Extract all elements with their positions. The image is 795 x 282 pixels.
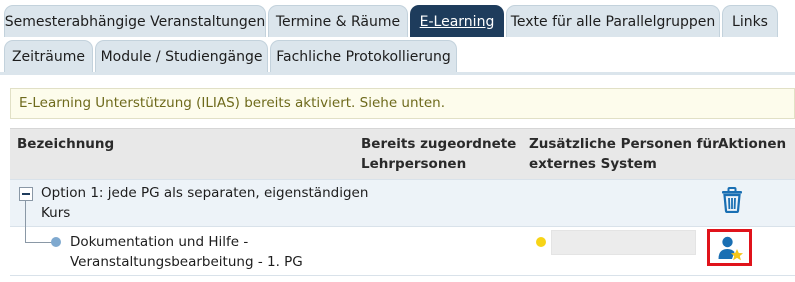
- user-star-icon: [718, 236, 743, 261]
- tab-termine-raeume[interactable]: Termine & Räume: [268, 5, 408, 37]
- header-lehrpersonen-line1: Bereits zugeordnete: [361, 136, 517, 152]
- tree-node-dot: [51, 237, 61, 247]
- row-label-line2: Kurs: [41, 205, 71, 221]
- external-persons-field[interactable]: [551, 230, 696, 255]
- delete-button[interactable]: [721, 187, 743, 214]
- tab-zeitraeume[interactable]: Zeiträume: [4, 40, 93, 72]
- add-person-button[interactable]: [707, 229, 752, 266]
- header-lehrpersonen: Bereits zugeordnete Lehrpersonen: [361, 134, 516, 174]
- collapse-toggle[interactable]: [19, 187, 33, 201]
- trash-icon: [722, 187, 742, 214]
- row-label-dokumentation: Dokumentation und Hilfe - Veranstaltungs…: [70, 232, 303, 272]
- header-zusaetzliche-line2: externes System: [529, 156, 657, 172]
- tab-texte-fuer-alle-parallelgruppen[interactable]: Texte für alle Parallelgruppen: [506, 5, 720, 37]
- row-label-line2: Veranstaltungsbearbeitung - 1. PG: [70, 254, 303, 270]
- header-lehrpersonen-line2: Lehrpersonen: [361, 156, 467, 172]
- row-label-line1: Option 1: jede PG als separaten, eigenst…: [41, 185, 369, 201]
- header-bezeichnung: Bezeichnung: [17, 136, 115, 152]
- header-zusaetzliche-personen: Zusätzliche Personen für externes System: [529, 134, 719, 174]
- tabs-divider: [0, 72, 795, 75]
- tab-fachliche-protokollierung[interactable]: Fachliche Protokollierung: [270, 40, 457, 72]
- row-label-line1: Dokumentation und Hilfe -: [70, 234, 249, 250]
- status-dot: [536, 237, 546, 247]
- header-aktionen: Aktionen: [718, 136, 787, 152]
- row-label-option-1: Option 1: jede PG als separaten, eigenst…: [41, 183, 368, 223]
- tab-module-studiengaenge[interactable]: Module / Studiengänge: [95, 40, 268, 72]
- tab-semesterabhaengige-veranstaltungen[interactable]: Semesterabhängige Veranstaltungen: [4, 5, 266, 37]
- tree-connector: [25, 242, 52, 243]
- tab-links[interactable]: Links: [722, 5, 778, 37]
- info-notice: E-Learning Unterstützung (ILIAS) bereits…: [10, 88, 795, 119]
- tab-e-learning[interactable]: E-Learning: [410, 5, 504, 37]
- tree-connector: [25, 201, 26, 242]
- header-zusaetzliche-line1: Zusätzliche Personen für: [529, 136, 719, 152]
